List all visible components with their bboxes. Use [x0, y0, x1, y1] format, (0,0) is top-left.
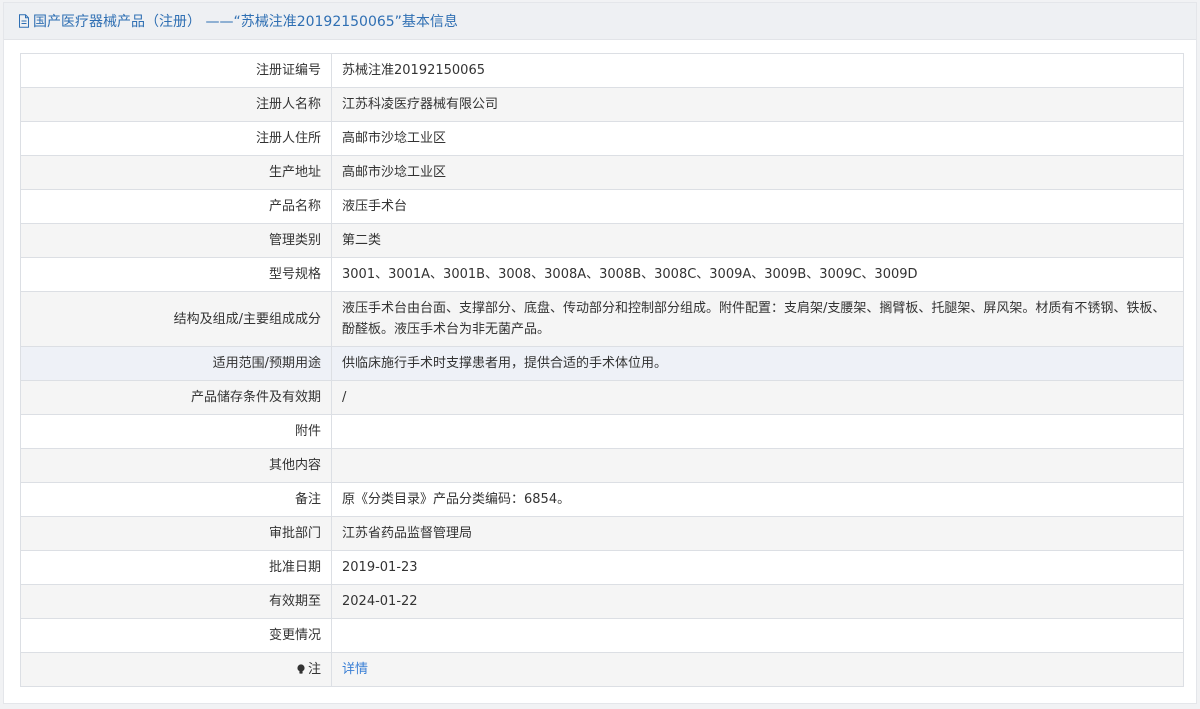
- field-value: 第二类: [331, 223, 1184, 258]
- table-row: 审批部门 江苏省药品监督管理局: [20, 516, 1184, 551]
- document-icon: [19, 14, 29, 28]
- table-row: 批准日期 2019-01-23: [20, 550, 1184, 585]
- table-row: 产品名称 液压手术台: [20, 189, 1184, 224]
- field-value: 江苏科凌医疗器械有限公司: [331, 87, 1184, 122]
- table-row: 附件: [20, 414, 1184, 449]
- table-row: 产品储存条件及有效期 /: [20, 380, 1184, 415]
- field-value: 原《分类目录》产品分类编码：6854。: [331, 482, 1184, 517]
- field-value: 2024-01-22: [331, 584, 1184, 619]
- field-label: 结构及组成/主要组成成分: [20, 291, 332, 347]
- panel-header: 国产医疗器械产品（注册） ——“苏械注准20192150065”基本信息: [4, 3, 1196, 40]
- field-label: 产品储存条件及有效期: [20, 380, 332, 415]
- details-link[interactable]: 详情: [342, 662, 368, 677]
- info-panel: 国产医疗器械产品（注册） ——“苏械注准20192150065”基本信息 注册证…: [3, 2, 1197, 704]
- table-row: 适用范围/预期用途 供临床施行手术时支撑患者用，提供合适的手术体位用。: [20, 346, 1184, 381]
- table-row: 注册证编号 苏械注准20192150065: [20, 53, 1184, 88]
- table-row-note: 注 详情: [20, 652, 1184, 687]
- field-value: 3001、3001A、3001B、3008、3008A、3008B、3008C、…: [331, 257, 1184, 292]
- field-value: /: [331, 380, 1184, 415]
- table-row: 结构及组成/主要组成成分 液压手术台由台面、支撑部分、底盘、传动部分和控制部分组…: [20, 291, 1184, 347]
- field-value: 苏械注准20192150065: [331, 53, 1184, 88]
- note-label-cell: 注: [20, 652, 332, 687]
- field-label: 批准日期: [20, 550, 332, 585]
- table-row: 型号规格 3001、3001A、3001B、3008、3008A、3008B、3…: [20, 257, 1184, 292]
- field-label: 注册人住所: [20, 121, 332, 156]
- table-row: 备注 原《分类目录》产品分类编码：6854。: [20, 482, 1184, 517]
- table-row: 注册人名称 江苏科凌医疗器械有限公司: [20, 87, 1184, 122]
- field-value: 高邮市沙埝工业区: [331, 121, 1184, 156]
- table-row: 管理类别 第二类: [20, 223, 1184, 258]
- lightbulb-icon: [297, 664, 305, 674]
- table-row: 其他内容: [20, 448, 1184, 483]
- field-label: 有效期至: [20, 584, 332, 619]
- field-value: [331, 618, 1184, 653]
- field-value: 液压手术台: [331, 189, 1184, 224]
- table-row: 变更情况: [20, 618, 1184, 653]
- field-value: 2019-01-23: [331, 550, 1184, 585]
- table-row: 生产地址 高邮市沙埝工业区: [20, 155, 1184, 190]
- note-label: 注: [307, 662, 321, 677]
- field-label: 注册证编号: [20, 53, 332, 88]
- field-value: [331, 448, 1184, 483]
- table-row: 有效期至 2024-01-22: [20, 584, 1184, 619]
- field-value: [331, 414, 1184, 449]
- field-value: 供临床施行手术时支撑患者用，提供合适的手术体位用。: [331, 346, 1184, 381]
- field-label: 其他内容: [20, 448, 332, 483]
- field-label: 生产地址: [20, 155, 332, 190]
- field-label: 产品名称: [20, 189, 332, 224]
- page-title: 国产医疗器械产品（注册） ——“苏械注准20192150065”基本信息: [33, 14, 458, 30]
- field-value: 高邮市沙埝工业区: [331, 155, 1184, 190]
- field-label: 管理类别: [20, 223, 332, 258]
- field-label: 附件: [20, 414, 332, 449]
- field-value: 江苏省药品监督管理局: [331, 516, 1184, 551]
- field-value: 液压手术台由台面、支撑部分、底盘、传动部分和控制部分组成。附件配置：支肩架/支腰…: [331, 291, 1184, 347]
- field-label: 注册人名称: [20, 87, 332, 122]
- note-value-cell: 详情: [331, 652, 1184, 687]
- field-label: 备注: [20, 482, 332, 517]
- field-label: 审批部门: [20, 516, 332, 551]
- table-row: 注册人住所 高邮市沙埝工业区: [20, 121, 1184, 156]
- field-label: 变更情况: [20, 618, 332, 653]
- field-label: 型号规格: [20, 257, 332, 292]
- info-table: 注册证编号 苏械注准20192150065 注册人名称 江苏科凌医疗器械有限公司…: [20, 53, 1184, 687]
- field-label: 适用范围/预期用途: [20, 346, 332, 381]
